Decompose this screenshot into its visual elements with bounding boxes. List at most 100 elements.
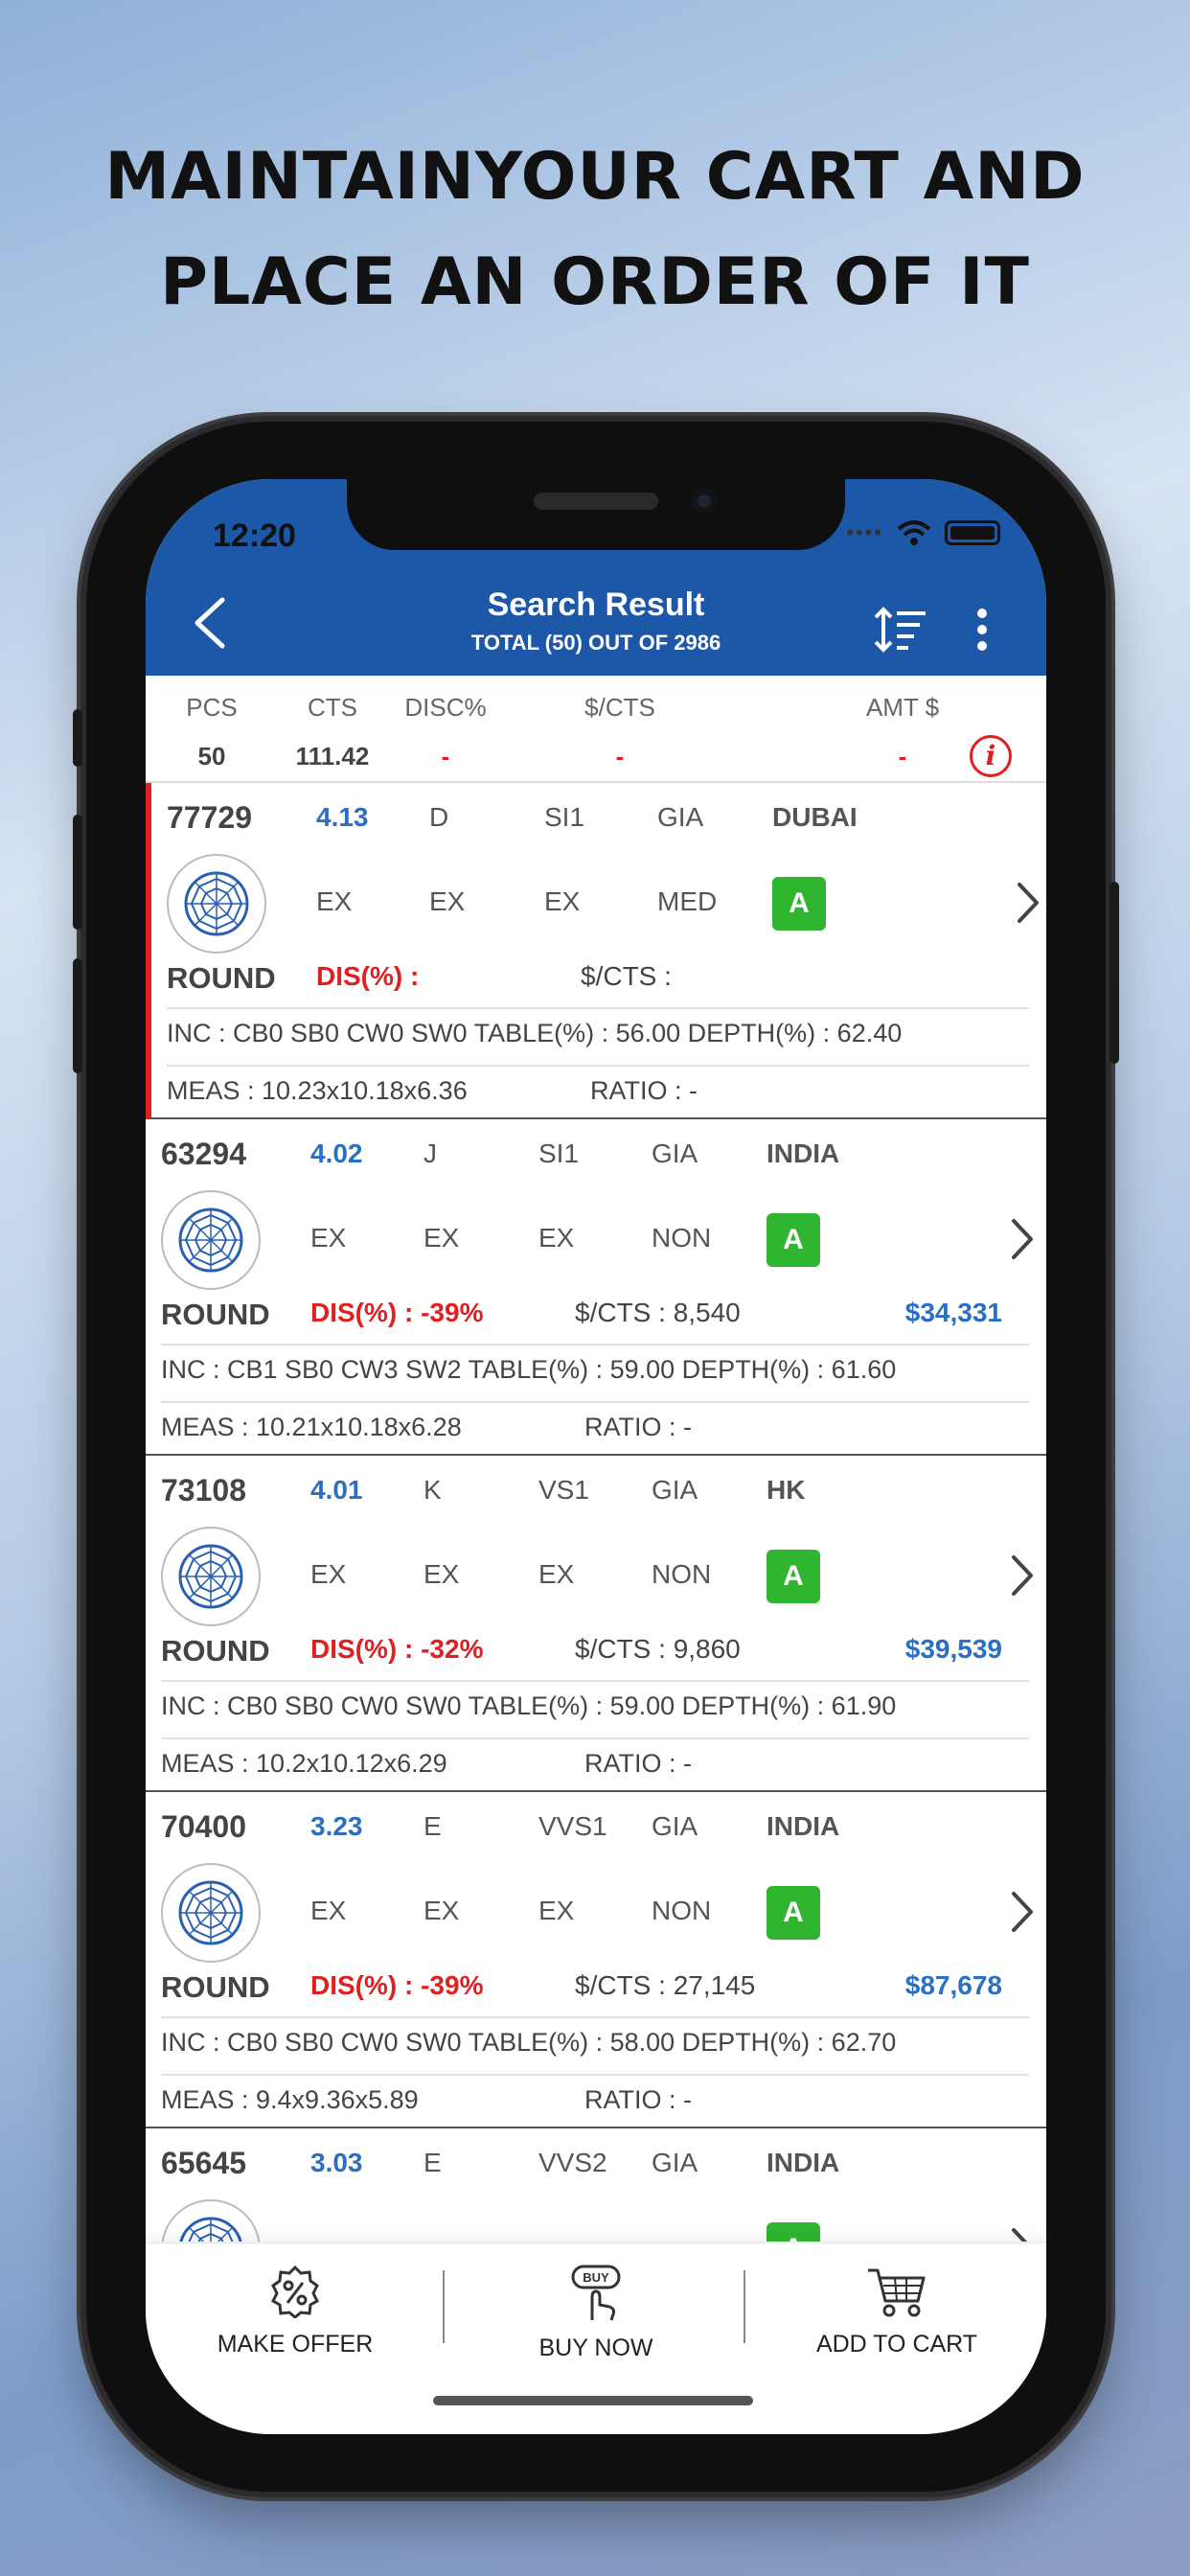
chevron-right-icon[interactable] xyxy=(1008,1215,1037,1263)
stone-id[interactable]: 65645 xyxy=(161,2146,246,2181)
stone-symmetry: EX xyxy=(538,1223,575,1253)
stone-card[interactable]: 73108 4.01 K VS1 GIA HK EX EX EX NON A ROUND DIS(%) … xyxy=(146,1456,1046,1792)
stone-shape: ROUND xyxy=(161,1970,270,2004)
stone-clarity: SI1 xyxy=(538,1138,580,1168)
front-camera xyxy=(692,489,717,514)
stone-carat: 4.02 xyxy=(310,1138,363,1168)
stone-measurements: MEAS : 10.2x10.12x6.29 xyxy=(161,1749,447,1778)
stone-polish: EX xyxy=(423,1559,460,1589)
status-time: 12:20 xyxy=(213,518,296,554)
signal-dots: •••• xyxy=(846,520,883,544)
stone-discount: DIS(%) : xyxy=(316,961,420,991)
diamond-thumbnail[interactable] xyxy=(161,2199,261,2242)
divider xyxy=(161,1401,1029,1403)
summary-value: 50 xyxy=(197,742,226,770)
summary-price-per-ct: $/CTS - xyxy=(567,693,673,771)
headline-line-2: PLACE AN ORDER OF IT xyxy=(160,244,1030,320)
stone-carat: 3.03 xyxy=(310,2148,363,2177)
divider xyxy=(167,1065,1029,1067)
stone-card[interactable]: 70400 3.23 E VVS1 GIA INDIA EX EX EX NON A ROUND DIS… xyxy=(146,1792,1046,2128)
summary-value: - xyxy=(898,742,907,770)
chevron-right-icon[interactable] xyxy=(1014,879,1042,927)
stone-polish: EX xyxy=(429,886,466,916)
stone-fluorescence: NON xyxy=(652,1559,712,1589)
summary-header: AMT $ xyxy=(865,693,940,722)
add-to-cart-button[interactable]: ADD TO CART xyxy=(747,2243,1046,2368)
diamond-thumbnail[interactable] xyxy=(161,1863,261,1963)
summary-value: - xyxy=(441,742,450,770)
stone-discount: DIS(%) : -39% xyxy=(310,1298,484,1327)
summary-amount: AMT $ - xyxy=(855,693,950,771)
headline-line-1: MAINTAINYOUR CART AND xyxy=(104,139,1086,215)
summary-header: CTS xyxy=(308,693,357,722)
wifi-icon xyxy=(897,520,931,545)
summary-value: - xyxy=(615,742,625,770)
stone-id[interactable]: 73108 xyxy=(161,1473,246,1508)
stone-inclusions: INC : CB0 SB0 CW0 SW0 TABLE(%) : 59.00 D… xyxy=(161,1691,897,1720)
stone-color: E xyxy=(423,1811,442,1841)
battery-icon xyxy=(945,520,1000,545)
chevron-right-icon[interactable] xyxy=(1008,1552,1037,1599)
stone-id[interactable]: 63294 xyxy=(161,1137,246,1172)
stone-symmetry: EX xyxy=(538,1896,575,1925)
divider xyxy=(161,1680,1029,1682)
stone-clarity: VS1 xyxy=(538,1475,589,1505)
stone-shape: ROUND xyxy=(161,1634,270,1668)
stone-location: DUBAI xyxy=(772,802,858,832)
percent-tag-icon xyxy=(271,2265,319,2319)
make-offer-button[interactable]: MAKE OFFER xyxy=(146,2243,445,2368)
phone-mute-switch xyxy=(73,709,82,767)
stone-carat: 4.13 xyxy=(316,802,369,832)
stone-clarity: VVS1 xyxy=(538,1811,607,1841)
more-vertical-icon[interactable] xyxy=(968,606,996,654)
stone-ratio: RATIO : - xyxy=(584,1413,692,1441)
stone-ratio: RATIO : - xyxy=(584,1749,692,1778)
status-indicators: •••• xyxy=(846,519,1000,546)
info-icon[interactable]: i xyxy=(970,735,1012,777)
stone-lab: GIA xyxy=(652,2148,698,2177)
stone-fluorescence: MED xyxy=(657,886,718,916)
diamond-icon xyxy=(184,871,249,936)
stone-id[interactable]: 70400 xyxy=(161,1809,246,1845)
stone-measurements: MEAS : 9.4x9.36x5.89 xyxy=(161,2085,419,2114)
stone-card[interactable]: 63294 4.02 J SI1 GIA INDIA EX EX EX NON A ROUND DIS(… xyxy=(146,1119,1046,1456)
diamond-icon xyxy=(178,1544,243,1609)
buy-now-label: BUY NOW xyxy=(538,2334,653,2361)
sort-icon[interactable] xyxy=(874,606,927,654)
stone-lab: GIA xyxy=(657,802,704,832)
stone-shape: ROUND xyxy=(161,1298,270,1331)
buy-now-button[interactable]: BUY BUY NOW xyxy=(446,2243,745,2368)
chevron-right-icon[interactable] xyxy=(1008,2224,1037,2242)
stone-measurements: MEAS : 10.23x10.18x6.36 xyxy=(167,1076,468,1105)
availability-badge: A xyxy=(767,1550,820,1603)
diamond-icon xyxy=(179,2217,242,2242)
diamond-icon xyxy=(178,1880,243,1945)
app-screen: 12:20 •••• Search Result TOTAL (50) OUT … xyxy=(146,479,1046,2434)
stone-location: INDIA xyxy=(767,1811,840,1841)
stone-discount: DIS(%) : -39% xyxy=(310,1970,484,2000)
stone-symmetry: EX xyxy=(544,886,581,916)
diamond-thumbnail[interactable] xyxy=(167,854,266,954)
stone-card[interactable]: 65645 3.03 E VVS2 GIA INDIA A xyxy=(146,2128,1046,2242)
home-indicator[interactable] xyxy=(433,2396,753,2405)
stone-card[interactable]: 77729 4.13 D SI1 GIA DUBAI EX EX EX MED A ROUND DIS(… xyxy=(146,783,1046,1119)
stone-id[interactable]: 77729 xyxy=(167,800,252,836)
stone-color: J xyxy=(423,1138,437,1168)
make-offer-label: MAKE OFFER xyxy=(217,2331,374,2358)
phone-volume-up xyxy=(73,815,82,930)
stone-price-per-carat: $/CTS : 8,540 xyxy=(575,1298,741,1327)
divider xyxy=(161,2074,1029,2076)
summary-pcs: PCS 50 xyxy=(178,693,245,771)
cart-icon xyxy=(868,2268,926,2317)
stone-location: INDIA xyxy=(767,1138,840,1168)
stone-lab: GIA xyxy=(652,1475,698,1505)
chevron-right-icon[interactable] xyxy=(1008,1888,1037,1936)
stone-location: HK xyxy=(767,1475,806,1505)
stone-price-per-carat: $/CTS : 9,860 xyxy=(575,1634,741,1664)
diamond-thumbnail[interactable] xyxy=(161,1190,261,1290)
stone-fluorescence: NON xyxy=(652,1223,712,1253)
stone-lab: GIA xyxy=(652,1138,698,1168)
stone-list: 77729 4.13 D SI1 GIA DUBAI EX EX EX MED A ROUND DIS(… xyxy=(146,783,1046,2242)
diamond-thumbnail[interactable] xyxy=(161,1527,261,1626)
availability-badge: A xyxy=(772,877,826,931)
